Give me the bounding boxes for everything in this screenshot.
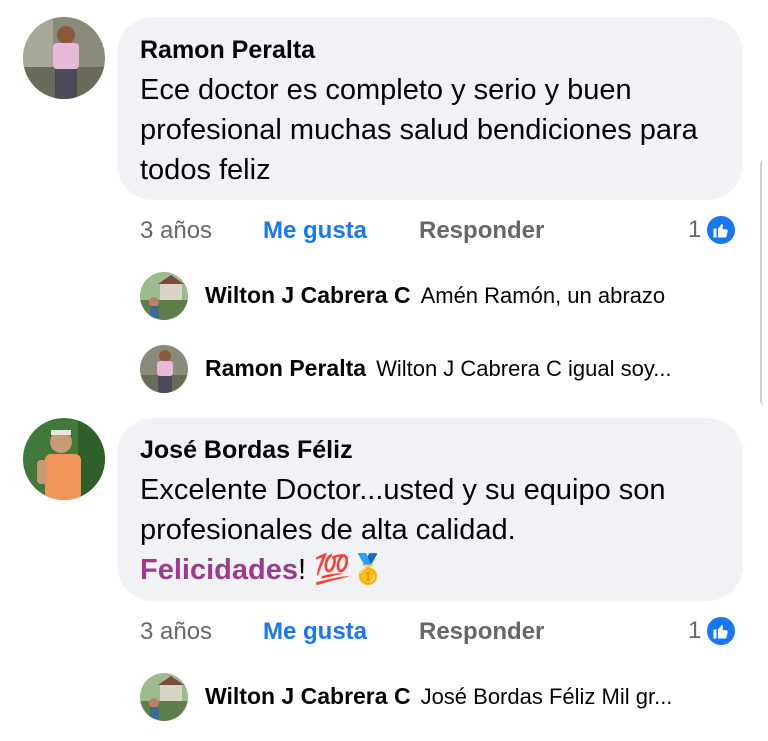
reaction-summary[interactable]: 1 bbox=[688, 615, 738, 647]
reaction-count: 1 bbox=[688, 617, 702, 644]
comment-text-line: Felicidades! 💯🥇 bbox=[140, 550, 730, 590]
comment-timestamp[interactable]: 3 años bbox=[140, 217, 212, 245]
hashtag-highlight[interactable]: Felicidades bbox=[140, 554, 298, 586]
avatar[interactable] bbox=[140, 272, 188, 320]
reaction-summary[interactable]: 1 bbox=[688, 214, 738, 246]
comment-text: Ece doctor es completo y serio y buen pr… bbox=[140, 74, 698, 186]
like-button[interactable]: Me gusta bbox=[263, 618, 367, 646]
reply-button[interactable]: Responder bbox=[419, 618, 544, 646]
reply-author[interactable]: Wilton J Cabrera C bbox=[205, 683, 411, 710]
reply-text: Wilton J Cabrera C igual soy... bbox=[376, 355, 672, 381]
reply-author[interactable]: Wilton J Cabrera C bbox=[205, 282, 411, 309]
comment-text-suffix: ! 💯🥇 bbox=[297, 554, 387, 586]
comment-timestamp[interactable]: 3 años bbox=[140, 618, 212, 646]
like-thumb-icon bbox=[705, 214, 738, 246]
reply-button[interactable]: Responder bbox=[419, 217, 544, 245]
avatar[interactable] bbox=[23, 418, 105, 500]
reply-text: Amén Ramón, un abrazo bbox=[420, 282, 666, 308]
reply-item[interactable]: Ramon Peralta Wilton J Cabrera C igual s… bbox=[205, 355, 672, 382]
comment-author[interactable]: Ramon Peralta bbox=[140, 36, 315, 65]
reply-item[interactable]: Wilton J Cabrera C José Bordas Féliz Mil… bbox=[205, 683, 672, 710]
avatar[interactable] bbox=[140, 673, 188, 721]
reply-author[interactable]: Ramon Peralta bbox=[205, 355, 366, 382]
like-thumb-icon bbox=[705, 615, 738, 647]
like-button[interactable]: Me gusta bbox=[263, 217, 367, 245]
comment-text: Excelente Doctor...usted y su equipo son… bbox=[140, 470, 730, 590]
reaction-count: 1 bbox=[688, 216, 702, 243]
reply-text: José Bordas Féliz Mil gr... bbox=[420, 683, 673, 709]
avatar[interactable] bbox=[23, 17, 105, 99]
comment-author[interactable]: José Bordas Féliz bbox=[140, 436, 353, 465]
comment-text-line: Excelente Doctor...usted y su equipo son bbox=[140, 474, 666, 506]
avatar[interactable] bbox=[140, 345, 188, 393]
reply-item[interactable]: Wilton J Cabrera C Amén Ramón, un abrazo bbox=[205, 282, 665, 309]
comment-text-line: profesionales de alta calidad. bbox=[140, 514, 516, 546]
scrollbar[interactable] bbox=[760, 160, 768, 405]
